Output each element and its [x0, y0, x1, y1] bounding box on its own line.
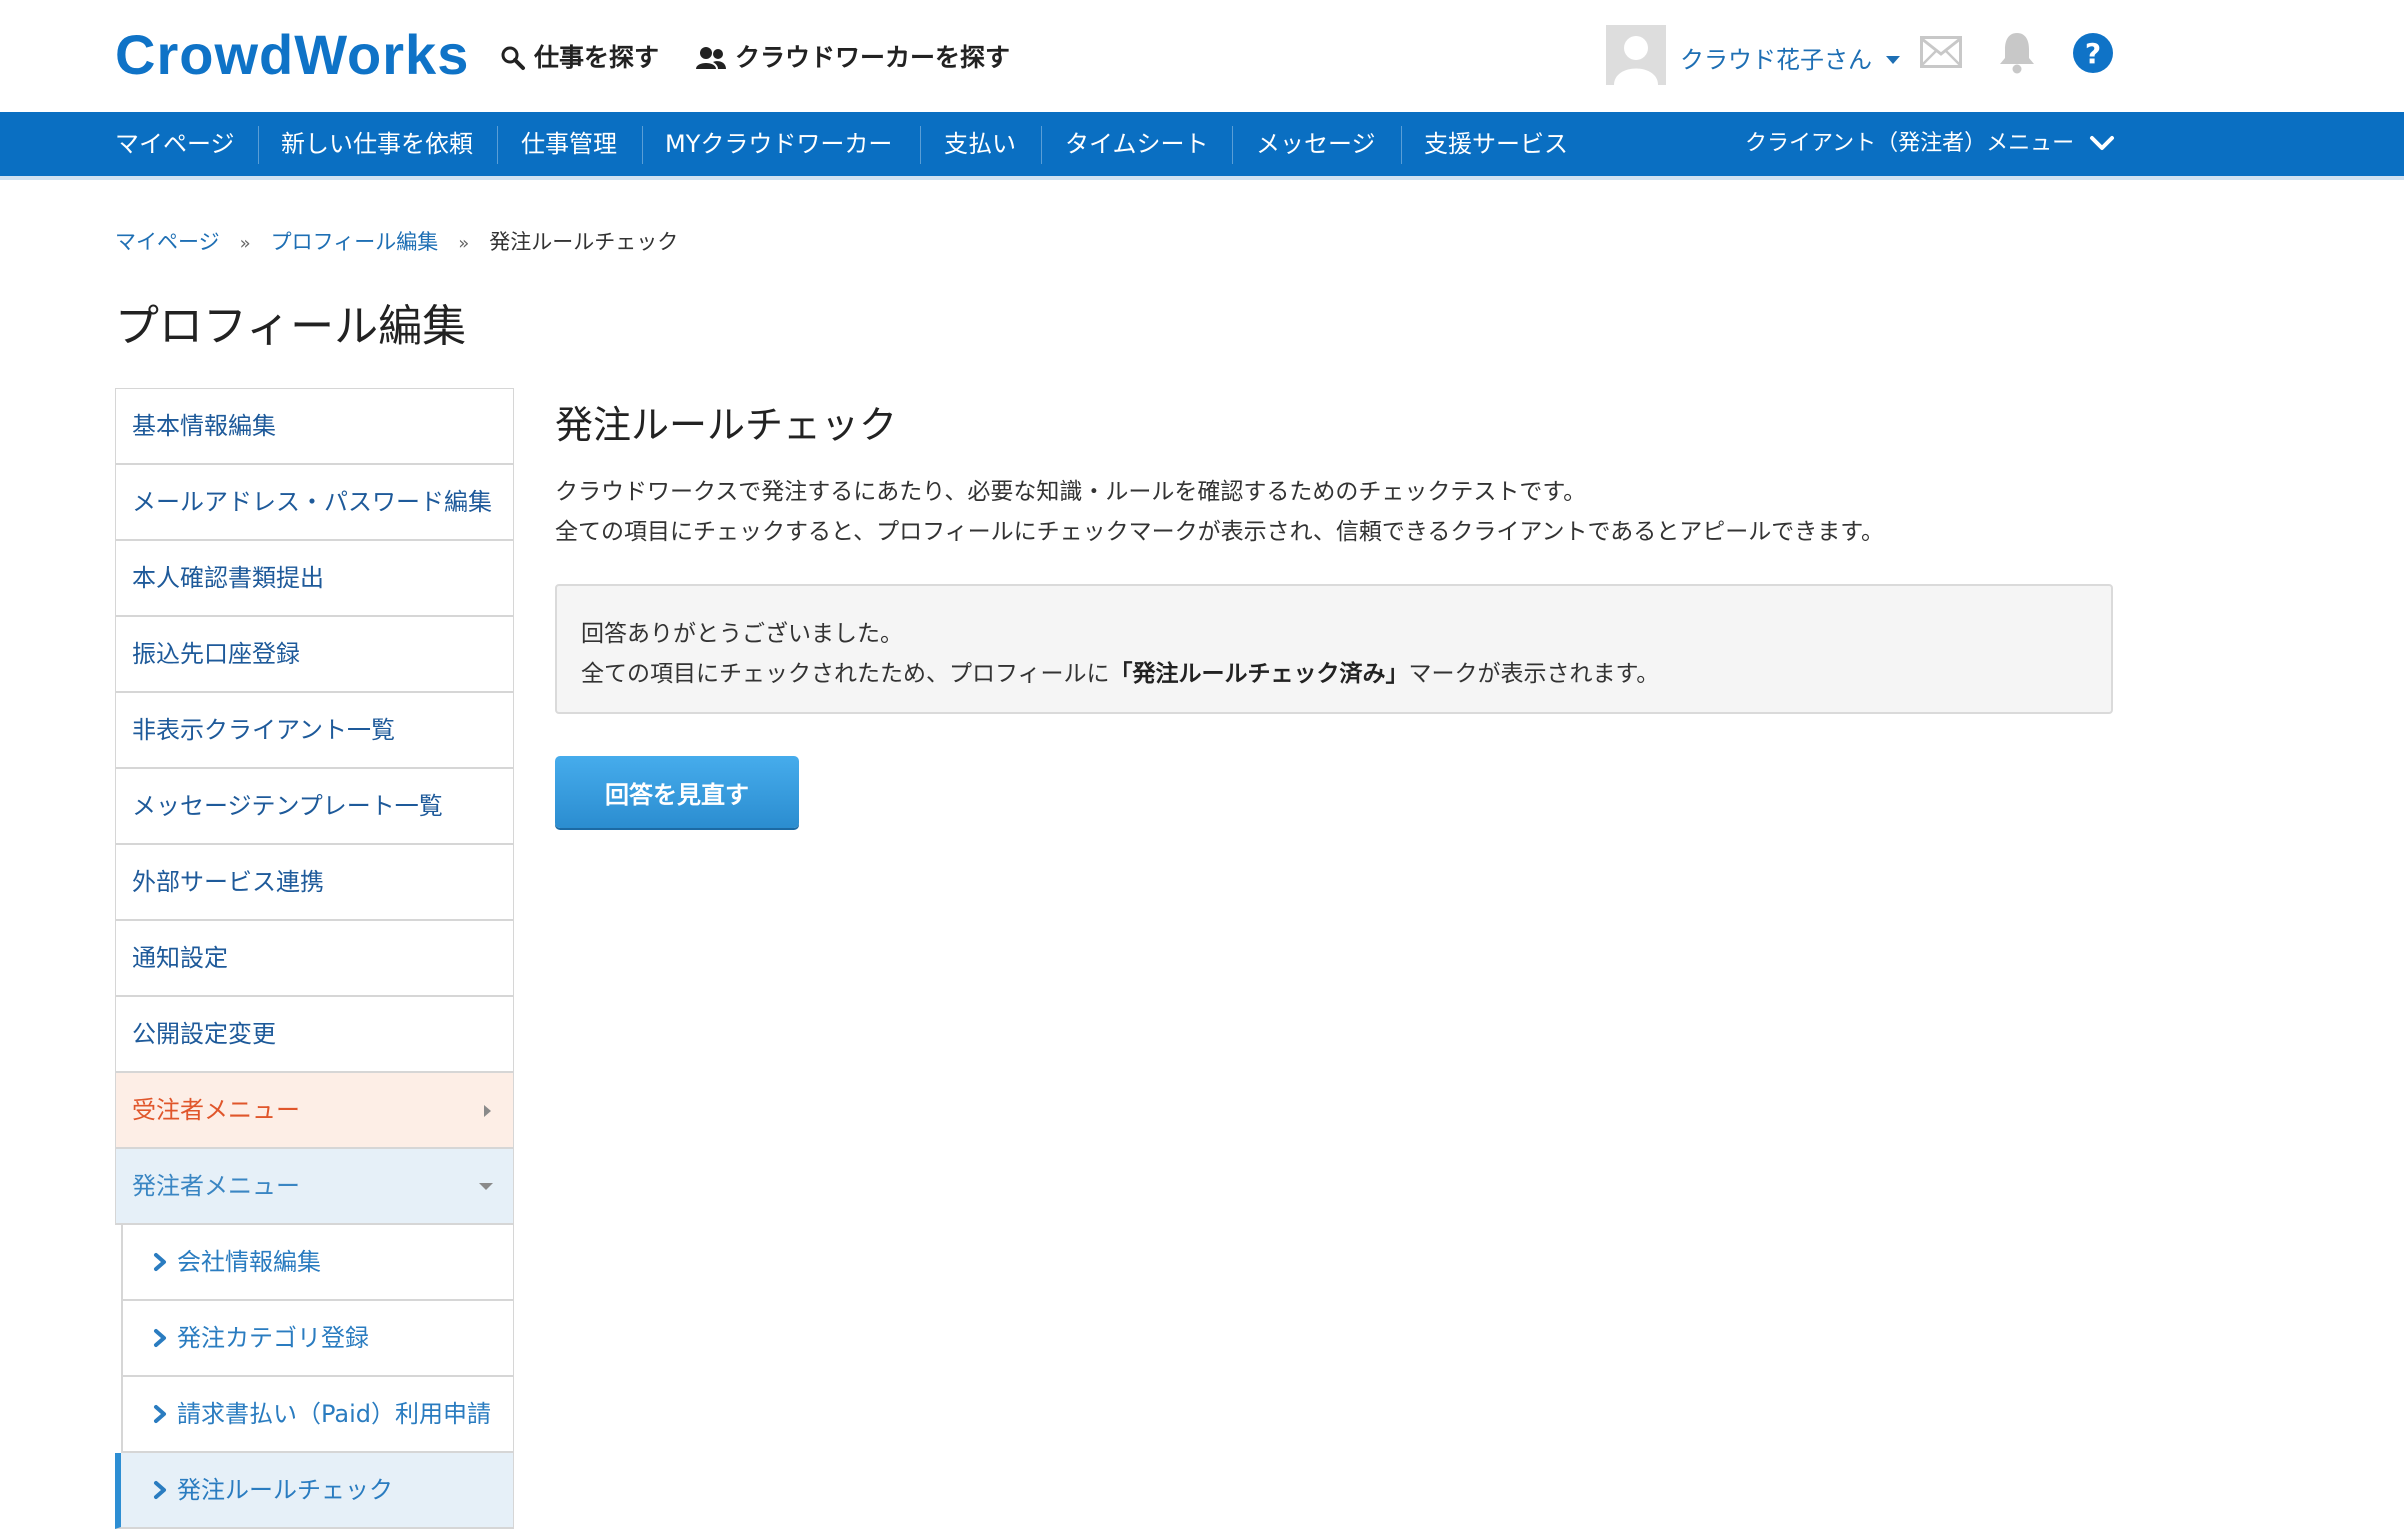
- rule-check-badge-name: 「発注ルールチェック済み」: [1109, 661, 1409, 687]
- completion-notice: 回答ありがとうございました。 全ての項目にチェックされたため、プロフィールに「発…: [555, 584, 2113, 714]
- sidebar-subitem-label: 発注ルールチェック: [177, 1476, 393, 1504]
- sidebar-worker-menu[interactable]: 受注者メニュー: [115, 1073, 514, 1149]
- top-header: CrowdWorks 仕事を探す クラウドワーカーを探す クラウド花子さん ?: [0, 0, 2404, 112]
- sidebar-item-basic-info[interactable]: 基本情報編集: [115, 389, 514, 465]
- help-icon[interactable]: ?: [2072, 32, 2114, 78]
- nav-item-messages[interactable]: メッセージ: [1256, 124, 1376, 164]
- caret-right-icon: [484, 1105, 491, 1117]
- description-line: クラウドワークスで発注するにあたり、必要な知識・ルールを確認するためのチェックテ…: [555, 479, 1587, 505]
- client-menu-label: クライアント（発注者）メニュー: [1745, 131, 2075, 156]
- nav-item-mypage[interactable]: マイページ: [115, 124, 235, 164]
- client-menu-label: 発注者メニュー: [132, 1172, 300, 1200]
- user-menu[interactable]: クラウド花子さん: [1680, 40, 1900, 75]
- nav-divider: [1041, 126, 1042, 164]
- sidebar-subitem-label: 請求書払い（Paid）利用申請: [177, 1400, 492, 1428]
- review-answers-button[interactable]: 回答を見直す: [555, 756, 799, 828]
- nav-item-support[interactable]: 支援サービス: [1424, 124, 1568, 164]
- caret-down-icon: [1885, 56, 1900, 64]
- nav-item-my-workers[interactable]: MYクラウドワーカー: [665, 124, 892, 164]
- find-jobs-link[interactable]: 仕事を探す: [500, 38, 659, 74]
- sidebar-subitem-company-info[interactable]: 会社情報編集: [121, 1225, 514, 1301]
- crowdworks-logo[interactable]: CrowdWorks: [115, 22, 469, 87]
- nav-item-payments[interactable]: 支払い: [944, 124, 1016, 164]
- breadcrumb-current: 発注ルールチェック: [489, 230, 679, 254]
- sidebar-subitem-label: 会社情報編集: [177, 1248, 321, 1276]
- sidebar-subitem-order-category[interactable]: 発注カテゴリ登録: [121, 1301, 514, 1377]
- sidebar-subitem-invoice-payment[interactable]: 請求書払い（Paid）利用申請: [121, 1377, 514, 1453]
- chevron-down-icon: [2081, 131, 2115, 156]
- notice-line: 全ての項目にチェックされたため、プロフィールに「発注ルールチェック済み」マークが…: [581, 661, 1660, 687]
- breadcrumb-profile-edit[interactable]: プロフィール編集: [271, 230, 439, 254]
- sidebar-item-hidden-clients[interactable]: 非表示クライアント一覧: [115, 693, 514, 769]
- nav-item-new-job[interactable]: 新しい仕事を依頼: [281, 124, 473, 164]
- nav-divider: [1401, 126, 1402, 164]
- sidebar-item-message-templates[interactable]: メッセージテンプレート一覧: [115, 769, 514, 845]
- sidebar-item-email-password[interactable]: メールアドレス・パスワード編集: [115, 465, 514, 541]
- sidebar-subitem-label: 発注カテゴリ登録: [177, 1324, 369, 1352]
- notice-line: 回答ありがとうございました。: [581, 621, 903, 647]
- sidebar-item-privacy[interactable]: 公開設定変更: [115, 997, 514, 1073]
- caret-down-icon: [479, 1183, 493, 1190]
- description: クラウドワークスで発注するにあたり、必要な知識・ルールを確認するためのチェックテ…: [555, 472, 1884, 552]
- sidebar-subitem-order-rule-check[interactable]: 発注ルールチェック: [115, 1453, 514, 1529]
- sidebar-item-id-verification[interactable]: 本人確認書類提出: [115, 541, 514, 617]
- nav-divider: [1232, 126, 1233, 164]
- sidebar-item-notifications[interactable]: 通知設定: [115, 921, 514, 997]
- chevron-right-icon: [153, 1455, 167, 1529]
- sidebar-item-bank-account[interactable]: 振込先口座登録: [115, 617, 514, 693]
- people-icon: [695, 43, 735, 72]
- content-title: 発注ルールチェック: [555, 403, 898, 447]
- client-menu-dropdown[interactable]: クライアント（発注者）メニュー: [1745, 124, 2115, 164]
- breadcrumb: マイページ » プロフィール編集 » 発注ルールチェック: [115, 226, 678, 256]
- nav-item-timesheet[interactable]: タイムシート: [1065, 124, 1209, 164]
- nav-divider: [920, 126, 921, 164]
- chevron-right-icon: [153, 1227, 167, 1301]
- description-line: 全ての項目にチェックすると、プロフィールにチェックマークが表示され、信頼できるク…: [555, 519, 1884, 545]
- find-workers-link[interactable]: クラウドワーカーを探す: [695, 38, 1010, 74]
- search-icon: [500, 43, 534, 72]
- breadcrumb-separator: »: [458, 233, 470, 254]
- global-nav: マイページ 新しい仕事を依頼 仕事管理 MYクラウドワーカー 支払い タイムシー…: [0, 112, 2404, 180]
- bell-icon[interactable]: [1997, 30, 2037, 78]
- sidebar: 基本情報編集 メールアドレス・パスワード編集 本人確認書類提出 振込先口座登録 …: [115, 388, 514, 1529]
- user-name: クラウド花子さん: [1680, 46, 1872, 74]
- chevron-right-icon: [153, 1303, 167, 1377]
- svg-text:?: ?: [2085, 37, 2101, 70]
- mail-icon[interactable]: [1920, 36, 1962, 72]
- breadcrumb-mypage[interactable]: マイページ: [115, 230, 220, 254]
- nav-divider: [497, 126, 498, 164]
- nav-divider: [258, 126, 259, 164]
- sidebar-item-external-services[interactable]: 外部サービス連携: [115, 845, 514, 921]
- nav-item-job-management[interactable]: 仕事管理: [521, 124, 617, 164]
- nav-divider: [642, 126, 643, 164]
- sidebar-client-menu[interactable]: 発注者メニュー: [115, 1149, 514, 1225]
- breadcrumb-separator: »: [239, 233, 251, 254]
- user-avatar[interactable]: [1606, 25, 1666, 85]
- page-title: プロフィール編集: [115, 301, 467, 352]
- chevron-right-icon: [153, 1379, 167, 1453]
- worker-menu-label: 受注者メニュー: [132, 1096, 300, 1124]
